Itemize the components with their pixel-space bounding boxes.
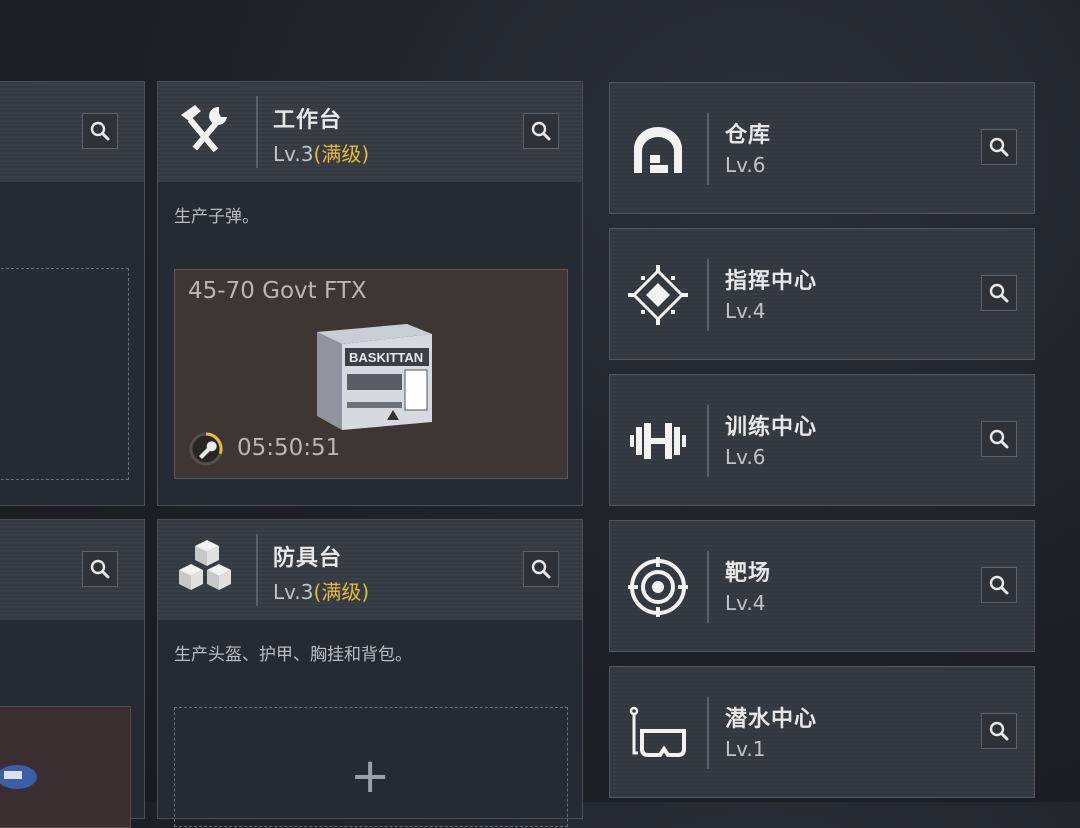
left-panel-bottom xyxy=(0,519,145,828)
warehouse-icon xyxy=(634,127,682,173)
ammo-box-image: BASKITTAN xyxy=(317,324,432,430)
production-item-name: 45-70 Govt FTX xyxy=(188,278,367,304)
facility-title: 训练中心 xyxy=(725,415,818,440)
production-slot[interactable]: 45-70 Govt FTX BASKITTAN 05:50:51 xyxy=(174,269,568,479)
left-panel-top-header xyxy=(0,82,144,182)
search-icon xyxy=(531,559,551,579)
search-icon xyxy=(90,559,110,579)
facility-title: 靶场 xyxy=(725,561,772,586)
search-button-warehouse[interactable] xyxy=(981,129,1017,165)
facility-card-command-center[interactable]: 指挥中心 Lv.4 xyxy=(609,228,1035,360)
facility-level: Lv.4 xyxy=(725,299,766,323)
workbench-description: 生产子弹。 xyxy=(174,207,259,227)
facility-card-shooting-range[interactable]: 靶场 Lv.4 xyxy=(609,520,1035,652)
armor-production-empty-slot[interactable]: + xyxy=(174,707,568,827)
search-icon xyxy=(90,121,110,141)
search-button-workbench[interactable] xyxy=(523,113,559,149)
facility-level: Lv.6 xyxy=(725,153,766,177)
facility-level: Lv.1 xyxy=(725,737,766,761)
search-icon xyxy=(989,429,1009,449)
armor-bench-level: Lv.3(满级) xyxy=(273,576,369,605)
diving-mask-icon xyxy=(629,706,686,757)
workbench-header: 工作台 Lv.3(满级) xyxy=(158,82,582,182)
search-icon xyxy=(989,721,1009,741)
vehicle-icon xyxy=(0,765,37,789)
box-brand-text: BASKITTAN xyxy=(349,350,423,365)
left-slot-empty[interactable] xyxy=(0,268,129,480)
workbench-level: Lv.3(满级) xyxy=(273,138,369,167)
level-value: Lv.3 xyxy=(273,580,314,604)
facility-title: 指挥中心 xyxy=(725,269,818,294)
left-panel-bottom-header xyxy=(0,520,144,620)
left-item-image[interactable] xyxy=(0,706,131,828)
level-max-badge: (满级) xyxy=(313,580,370,604)
search-button-left-top[interactable] xyxy=(82,113,118,149)
card-divider xyxy=(707,551,709,623)
search-button-diving-center[interactable] xyxy=(981,713,1017,749)
armor-bench-header: 防具台 Lv.3(满级) xyxy=(158,520,582,620)
production-timer: 05:50:51 xyxy=(237,435,341,461)
search-icon xyxy=(989,137,1009,157)
facility-card-diving-center[interactable]: 潜水中心 Lv.1 xyxy=(609,666,1035,798)
facility-level: Lv.6 xyxy=(725,445,766,469)
search-icon xyxy=(989,575,1009,595)
card-divider xyxy=(707,259,709,331)
facility-card-training-center[interactable]: 训练中心 Lv.6 xyxy=(609,374,1035,506)
workbench-title: 工作台 xyxy=(273,108,343,133)
command-center-icon xyxy=(628,265,688,325)
timer-wrench-icon xyxy=(189,432,223,466)
search-button-training-center[interactable] xyxy=(981,421,1017,457)
card-divider xyxy=(707,113,709,185)
card-divider xyxy=(707,697,709,769)
search-icon xyxy=(989,283,1009,303)
search-button-left-bottom[interactable] xyxy=(82,551,118,587)
search-icon xyxy=(531,121,551,141)
target-icon xyxy=(628,557,688,617)
header-divider xyxy=(256,534,258,606)
armor-bench-description: 生产头盔、护甲、胸挂和背包。 xyxy=(174,645,412,665)
hammer-wrench-icon xyxy=(181,105,227,153)
dumbbell-icon xyxy=(630,423,686,459)
left-panel-top xyxy=(0,81,145,506)
armor-bench-panel: 防具台 Lv.3(满级) 生产头盔、护甲、胸挂和背包。 + xyxy=(157,519,583,827)
facility-title: 仓库 xyxy=(725,123,772,148)
search-button-armor-bench[interactable] xyxy=(523,551,559,587)
search-button-command-center[interactable] xyxy=(981,275,1017,311)
cubes-icon xyxy=(179,540,231,590)
level-max-badge: (满级) xyxy=(313,142,370,166)
header-divider xyxy=(256,96,258,168)
armor-bench-title: 防具台 xyxy=(273,546,343,571)
workbench-panel: 工作台 Lv.3(满级) 生产子弹。 45-70 Govt FTX BASKIT… xyxy=(157,81,583,506)
facility-title: 潜水中心 xyxy=(725,707,818,732)
add-symbol: + xyxy=(350,748,391,804)
card-divider xyxy=(707,405,709,477)
search-button-shooting-range[interactable] xyxy=(981,567,1017,603)
facility-card-warehouse[interactable]: 仓库 Lv.6 xyxy=(609,82,1035,214)
level-value: Lv.3 xyxy=(273,142,314,166)
facility-level: Lv.4 xyxy=(725,591,766,615)
